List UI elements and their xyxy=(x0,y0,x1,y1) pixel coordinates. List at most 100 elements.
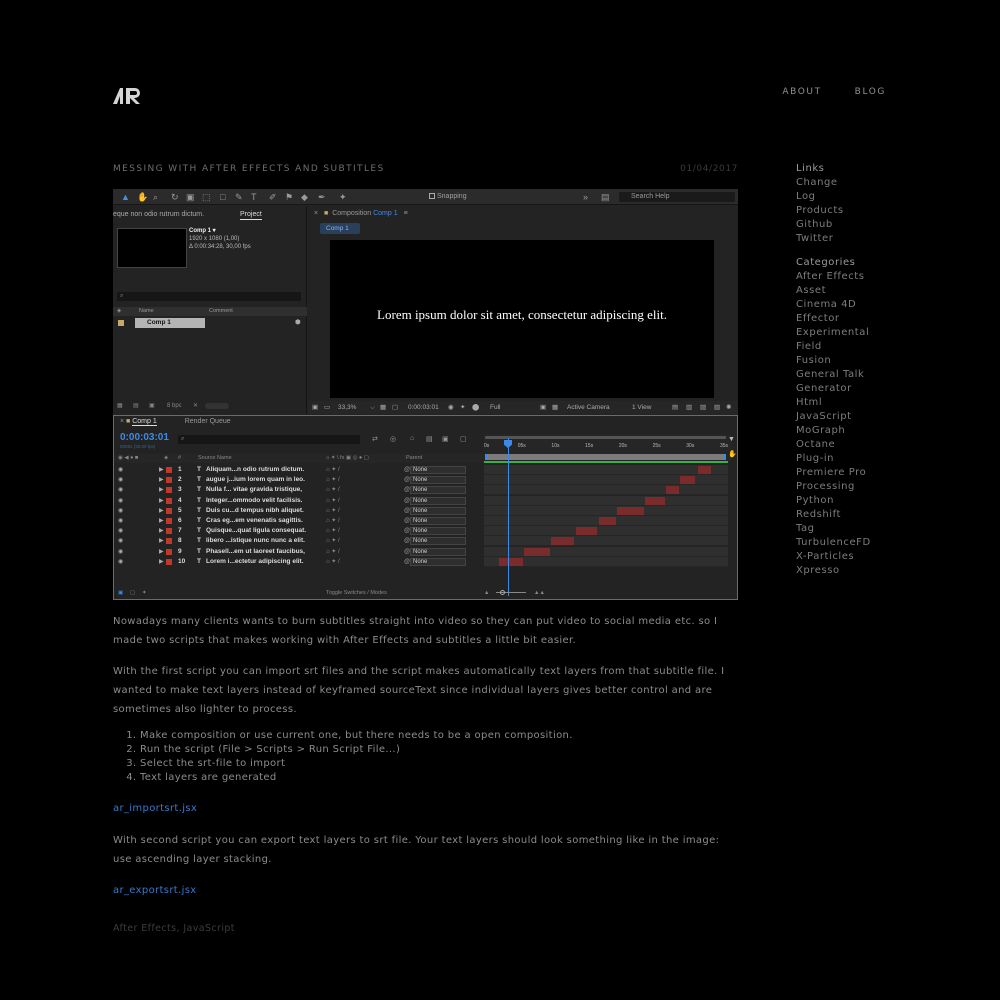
layer-track[interactable] xyxy=(484,516,728,526)
layer-label-color[interactable] xyxy=(166,467,172,473)
transfer-controls-icon[interactable]: ▢ xyxy=(130,587,135,599)
layer-label-color[interactable] xyxy=(166,518,172,524)
layer-label-color[interactable] xyxy=(166,477,172,484)
view-layout-select[interactable]: 1 View xyxy=(632,401,651,414)
timeline-timecode[interactable]: 0:00:03:01 xyxy=(120,432,169,443)
download-import-script-link[interactable]: ar_importsrt.jsx xyxy=(113,799,197,818)
layer-duration-bar[interactable] xyxy=(524,547,550,556)
layer-track[interactable] xyxy=(484,475,728,486)
expand-triangle-icon[interactable]: ▶ xyxy=(159,475,164,485)
motion-blur-icon[interactable]: ▣ xyxy=(442,435,449,443)
close-icon[interactable]: × xyxy=(120,418,124,425)
layer-name[interactable]: Integer...ommodo velit facilisis. xyxy=(206,496,302,506)
zoom-out-icon[interactable]: ▲ xyxy=(484,587,489,599)
resolution-select[interactable]: Full xyxy=(490,401,500,414)
thumbnail-slider[interactable] xyxy=(205,403,229,409)
layer-switches[interactable]: ⌂ ✦ / xyxy=(326,485,340,495)
parent-select[interactable]: None xyxy=(410,506,466,515)
sidebar-category-after-effects[interactable]: After Effects xyxy=(796,270,916,284)
shy-icon[interactable]: ⌂ xyxy=(410,435,414,442)
tab-render-queue[interactable]: Render Queue xyxy=(185,418,231,425)
new-comp-icon[interactable]: ▣ xyxy=(149,400,155,412)
layer-switches[interactable]: ⌂ ✦ / xyxy=(326,557,340,567)
layer-row[interactable]: ◉ ▶ 7 T Quisque...quat ligula consequat. ⌂ ✦ … xyxy=(114,526,484,536)
layer-duration-bar[interactable] xyxy=(498,557,524,566)
expand-triangle-icon[interactable]: ▶ xyxy=(159,496,164,506)
time-navigator[interactable] xyxy=(485,436,726,439)
nav-about-link[interactable]: ABOUT xyxy=(782,87,821,97)
region-icon[interactable]: ▣ xyxy=(312,401,318,414)
layer-duration-bar[interactable] xyxy=(665,486,680,495)
sidebar-link-github[interactable]: Github xyxy=(796,218,844,232)
layer-row[interactable]: ◉ ▶ 2 Taugue j...ium lorem quam in leo. ⌂ ✦ … xyxy=(114,475,484,485)
parent-select[interactable]: None xyxy=(410,557,466,566)
lock-icon[interactable]: ■ xyxy=(324,210,328,217)
parent-select[interactable]: None xyxy=(410,476,466,485)
visibility-eye-icon[interactable]: ◉ xyxy=(118,547,123,557)
layer-track[interactable] xyxy=(484,556,728,567)
camera-select[interactable]: Active Camera xyxy=(567,401,610,414)
parent-select[interactable]: None xyxy=(410,527,466,536)
visibility-eye-icon[interactable]: ◉ xyxy=(118,536,123,546)
layer-switches-icon[interactable]: ▣ xyxy=(118,587,123,599)
layer-duration-bar[interactable] xyxy=(616,506,644,515)
layer-label-color[interactable] xyxy=(166,538,172,545)
layer-track[interactable] xyxy=(484,546,728,557)
tag-link[interactable]: After Effects xyxy=(113,923,176,934)
sidebar-category-mograph[interactable]: MoGraph xyxy=(796,424,916,438)
parent-select[interactable]: None xyxy=(410,537,466,546)
sidebar-link-twitter[interactable]: Twitter xyxy=(796,232,844,246)
layer-track[interactable] xyxy=(484,465,728,475)
layer-label-color[interactable] xyxy=(166,497,172,504)
layer-row[interactable]: ◉ ▶ 1 T Aliquam...n odio rutrum dictum. ⌂ ✦ /… xyxy=(114,465,484,475)
composition-mini-flowchart-icon[interactable]: ⇄ xyxy=(372,435,378,443)
layer-duration-bar[interactable] xyxy=(645,496,665,505)
sidebar-category-asset[interactable]: Asset xyxy=(796,284,916,298)
expand-triangle-icon[interactable]: ▶ xyxy=(159,547,164,557)
sidebar-category-cinema-4d[interactable]: Cinema 4D xyxy=(796,298,916,312)
sidebar-category-redshift[interactable]: Redshift xyxy=(796,508,916,522)
tab-project[interactable]: Project xyxy=(240,211,262,220)
layer-track[interactable] xyxy=(484,485,728,496)
exposure-icon[interactable]: ✺ xyxy=(726,401,731,414)
layer-switches[interactable]: ⌂ ✦ / xyxy=(326,506,340,516)
col-source-name[interactable]: Source Name xyxy=(198,454,232,463)
layer-label-color[interactable] xyxy=(166,558,172,565)
col-name[interactable]: Name xyxy=(139,307,154,316)
layer-name[interactable]: augue j...ium lorem quam in leo. xyxy=(206,475,305,485)
grid-icon[interactable]: ▦ xyxy=(380,401,386,414)
tag-link[interactable]: JavaScript xyxy=(183,923,235,934)
post-title[interactable]: MESSING WITH AFTER EFFECTS AND SUBTITLES xyxy=(113,164,385,174)
sidebar-category-experimental[interactable]: Experimental xyxy=(796,326,916,340)
time-ruler[interactable]: 0s 05s 10s 15s 20s 25s 30s 35s xyxy=(484,434,732,460)
frame-blending-icon[interactable]: ▤ xyxy=(426,435,433,443)
sidebar-link-products[interactable]: Products xyxy=(796,204,844,218)
layer-switches[interactable]: ⌂ ✦ / xyxy=(326,536,340,546)
layer-duration-bar[interactable] xyxy=(575,527,598,536)
expand-triangle-icon[interactable]: ▶ xyxy=(159,516,164,526)
expand-triangle-icon[interactable]: ▶ xyxy=(159,536,164,546)
sidebar-link-change-log[interactable]: Change Log xyxy=(796,176,844,204)
expand-triangle-icon[interactable]: ▶ xyxy=(159,465,164,475)
snapshot-icon[interactable]: ◉ xyxy=(448,401,454,414)
monitor-icon[interactable]: ▭ xyxy=(324,401,330,414)
viewer-timecode[interactable]: 0:00:03:01 xyxy=(408,401,439,414)
parent-select[interactable]: None xyxy=(410,547,466,556)
layer-name[interactable]: Cras eg...em venenatis sagittis. xyxy=(206,516,303,526)
layer-name[interactable]: libero ...istique nunc nunc a elit. xyxy=(206,536,305,546)
parent-select[interactable]: None xyxy=(410,466,466,474)
sidebar-category-generator[interactable]: Generator xyxy=(796,382,916,396)
project-search-input[interactable]: ⌕ xyxy=(117,292,301,301)
sidebar-category-field[interactable]: Field xyxy=(796,340,916,354)
close-icon[interactable]: × xyxy=(314,210,318,217)
sidebar-category-turbulencefd[interactable]: TurbulenceFD xyxy=(796,536,916,550)
composition-tab[interactable]: × ■ Composition Comp 1 ≡ xyxy=(308,210,408,217)
layer-duration-bar[interactable] xyxy=(697,466,711,474)
parent-select[interactable]: None xyxy=(410,517,466,525)
parent-select[interactable]: None xyxy=(410,486,466,495)
layer-duration-bar[interactable] xyxy=(680,476,696,485)
in-out-icon[interactable]: ✦ xyxy=(142,587,147,599)
sidebar-category-html[interactable]: Html xyxy=(796,396,916,410)
layer-duration-bar[interactable] xyxy=(598,517,616,525)
sidebar-category-tag[interactable]: Tag xyxy=(796,522,916,536)
